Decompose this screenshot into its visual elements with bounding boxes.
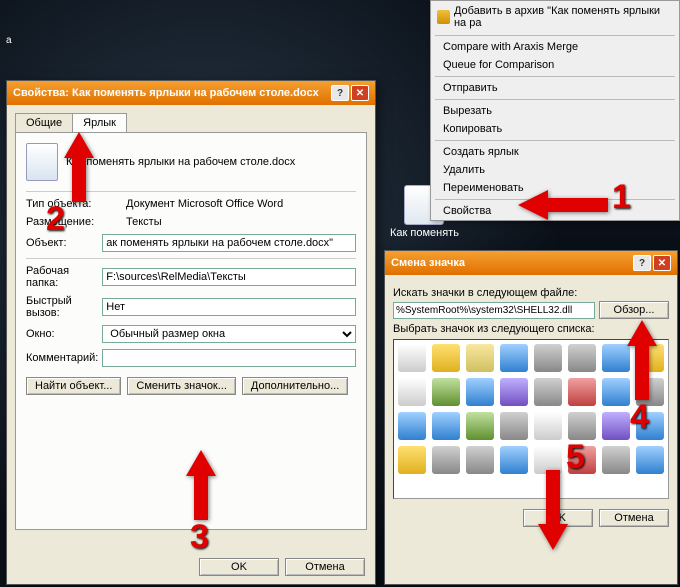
window-select[interactable]: Обычный размер окна (102, 325, 356, 343)
icon-item[interactable] (636, 378, 664, 406)
icon-item[interactable] (398, 446, 426, 474)
type-label: Тип объекта: (26, 198, 126, 210)
help-button[interactable]: ? (331, 85, 349, 101)
location-value: Тексты (126, 216, 356, 228)
icon-item[interactable] (398, 344, 426, 372)
icon-item[interactable] (602, 344, 630, 372)
icon-item[interactable] (602, 446, 630, 474)
icon-item[interactable] (602, 412, 630, 440)
ctx-item-compare[interactable]: Compare with Araxis Merge (431, 38, 679, 56)
comment-input[interactable] (102, 349, 356, 367)
hotkey-input[interactable] (102, 298, 356, 316)
find-target-button[interactable]: Найти объект... (26, 377, 121, 395)
icon-cancel-button[interactable]: Отмена (599, 509, 669, 527)
icon-close-button[interactable]: ✕ (653, 255, 671, 271)
workdir-label: Рабочая папка: (26, 265, 102, 289)
comment-label: Комментарий: (26, 352, 102, 364)
ctx-item-shortcut[interactable]: Создать ярлык (431, 143, 679, 161)
tab-general[interactable]: Общие (15, 113, 73, 132)
icon-item[interactable] (568, 378, 596, 406)
props-ok-button[interactable]: OK (199, 558, 279, 576)
icon-item[interactable] (466, 378, 494, 406)
ctx-item-send[interactable]: Отправить (431, 79, 679, 97)
browse-button[interactable]: Обзор... (599, 301, 669, 319)
icon-item[interactable] (636, 344, 664, 372)
icon-item[interactable] (534, 344, 562, 372)
icon-item[interactable] (636, 446, 664, 474)
icon-item[interactable] (500, 378, 528, 406)
icon-list-label: Выбрать значок из следующего списка: (393, 323, 669, 335)
icon-item[interactable] (500, 344, 528, 372)
icon-item[interactable] (466, 412, 494, 440)
icon-item[interactable] (568, 412, 596, 440)
close-button[interactable]: ✕ (351, 85, 369, 101)
context-menu: Добавить в архив "Как поменять ярлыки на… (430, 0, 680, 221)
icon-item[interactable] (432, 446, 460, 474)
icon-item[interactable] (500, 446, 528, 474)
file-type-icon (26, 143, 58, 181)
icon-item[interactable] (398, 378, 426, 406)
location-label: Размещение: (26, 216, 126, 228)
change-icon-button[interactable]: Сменить значок... (127, 377, 236, 395)
icon-item[interactable] (432, 378, 460, 406)
advanced-button[interactable]: Дополнительно... (242, 377, 348, 395)
icon-list[interactable] (393, 339, 669, 499)
icon-item[interactable] (432, 412, 460, 440)
icon-item[interactable] (534, 446, 562, 474)
desktop-file-caption: Как поменять (390, 227, 459, 239)
filename-value: Как поменять ярлыки на рабочем столе.doc… (66, 156, 295, 168)
icon-item[interactable] (466, 446, 494, 474)
ctx-item-cut[interactable]: Вырезать (431, 102, 679, 120)
icon-item[interactable] (534, 378, 562, 406)
properties-title: Свойства: Как поменять ярлыки на рабочем… (13, 87, 319, 99)
ctx-item-queue[interactable]: Queue for Comparison (431, 56, 679, 74)
icon-help-button[interactable]: ? (633, 255, 651, 271)
icon-item[interactable] (466, 344, 494, 372)
archive-icon (437, 10, 450, 24)
icon-path-input[interactable] (393, 302, 595, 319)
icon-ok-button[interactable]: OK (523, 509, 593, 527)
ctx-item-properties[interactable]: Свойства (431, 202, 679, 220)
icon-item[interactable] (568, 446, 596, 474)
icon-titlebar: Смена значка ? ✕ (385, 251, 677, 275)
desktop-label: а (6, 35, 12, 46)
context-menu-archive-label: Добавить в архив "Как поменять ярлыки на… (454, 5, 673, 29)
tab-shortcut[interactable]: Ярлык (72, 113, 127, 132)
icon-search-label: Искать значки в следующем файле: (393, 287, 669, 299)
window-label: Окно: (26, 328, 102, 340)
icon-item[interactable] (500, 412, 528, 440)
icon-dialog-title: Смена значка (391, 257, 465, 269)
icon-item[interactable] (398, 412, 426, 440)
icon-item[interactable] (602, 378, 630, 406)
target-input[interactable] (102, 234, 356, 252)
target-label: Объект: (26, 237, 102, 249)
context-menu-archive[interactable]: Добавить в архив "Как поменять ярлыки на… (431, 1, 679, 33)
change-icon-dialog: Смена значка ? ✕ Искать значки в следующ… (384, 250, 678, 585)
ctx-item-rename[interactable]: Переименовать (431, 179, 679, 197)
properties-dialog: Свойства: Как поменять ярлыки на рабочем… (6, 80, 376, 585)
icon-item[interactable] (432, 344, 460, 372)
ctx-item-copy[interactable]: Копировать (431, 120, 679, 138)
icon-item[interactable] (568, 344, 596, 372)
icon-item[interactable] (636, 412, 664, 440)
ctx-item-delete[interactable]: Удалить (431, 161, 679, 179)
workdir-input[interactable] (102, 268, 356, 286)
props-cancel-button[interactable]: Отмена (285, 558, 365, 576)
hotkey-label: Быстрый вызов: (26, 295, 102, 319)
type-value: Документ Microsoft Office Word (126, 198, 356, 210)
properties-titlebar: Свойства: Как поменять ярлыки на рабочем… (7, 81, 375, 105)
icon-item[interactable] (534, 412, 562, 440)
